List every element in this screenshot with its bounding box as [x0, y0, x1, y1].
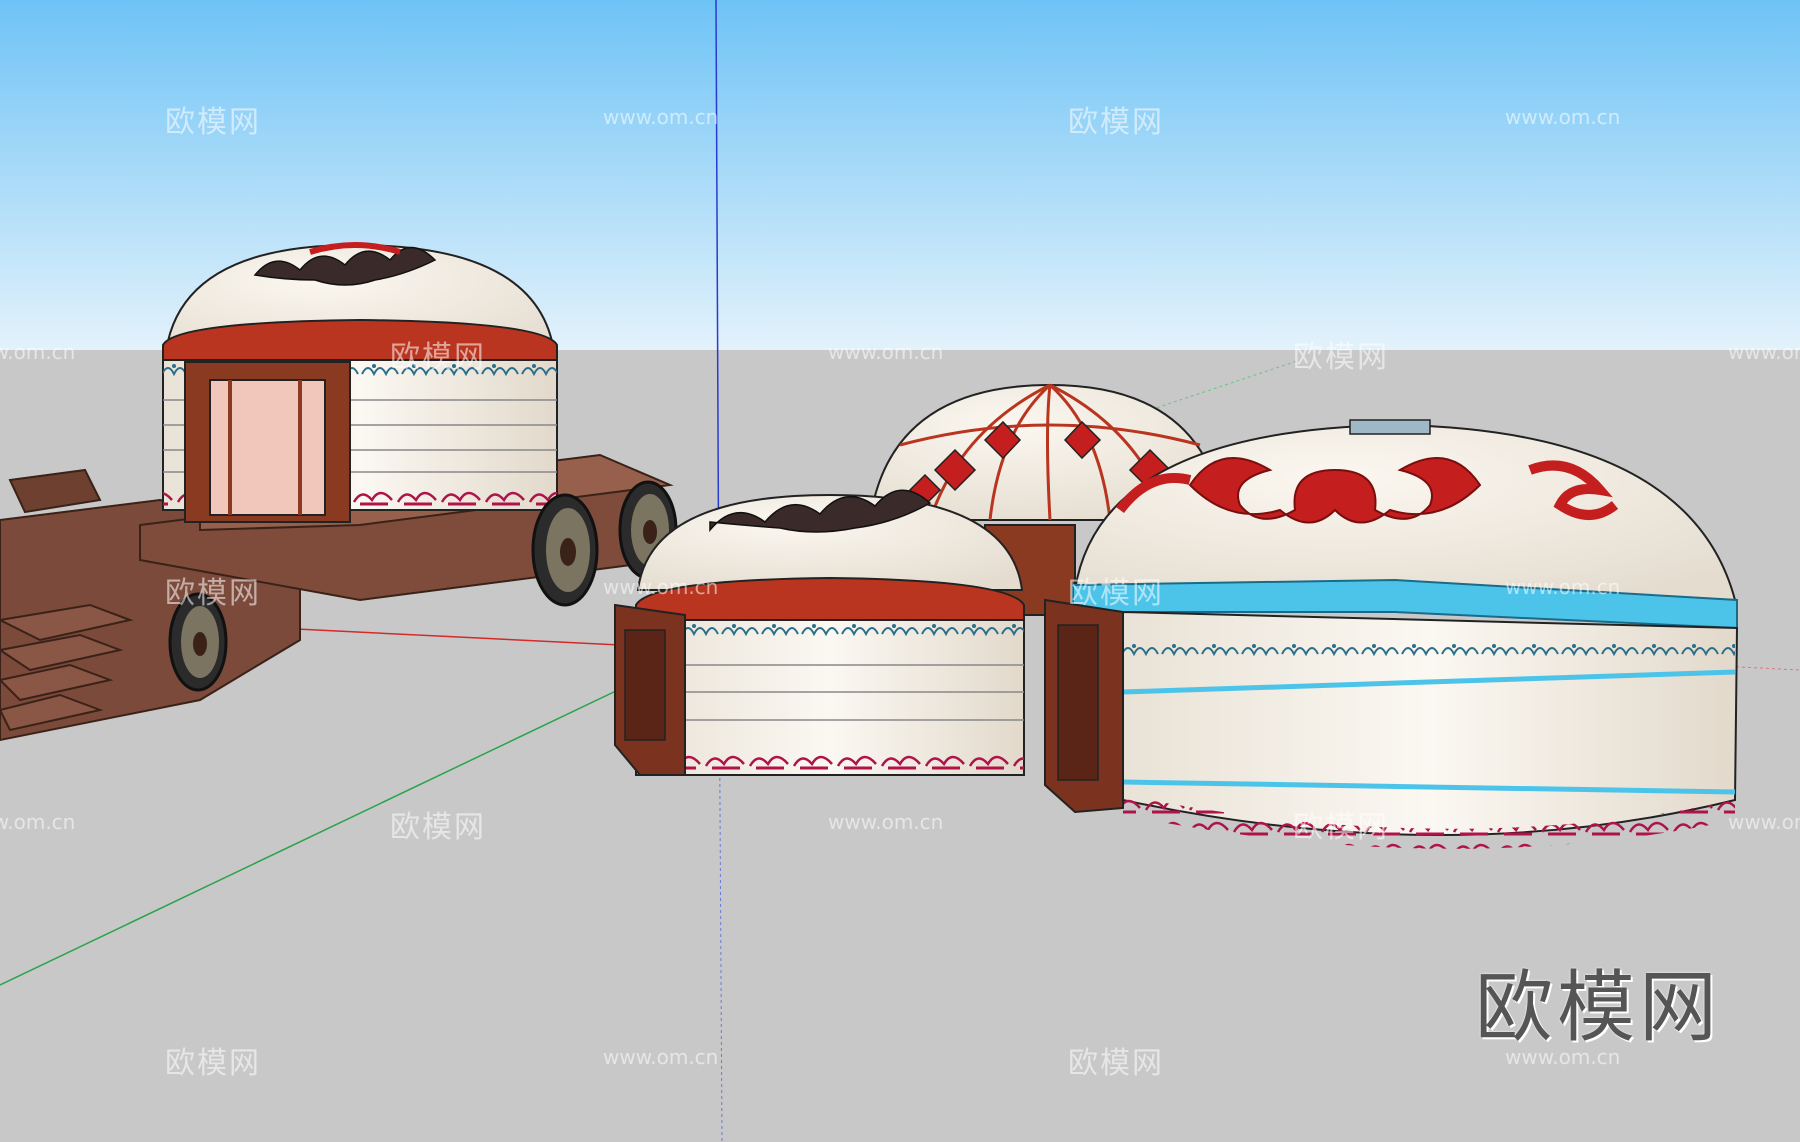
small-yurt-door-panel [624, 629, 666, 741]
brand-logo-watermark: 欧模网 [1475, 963, 1722, 1053]
large-yurt-top-pattern [1123, 640, 1735, 664]
watermark-logo: 欧模网 [1068, 1046, 1164, 1081]
watermark-logo: 欧模网 [390, 340, 486, 375]
watermark-logo: 欧模网 [165, 576, 261, 611]
watermark-logo: 欧模网 [1293, 810, 1389, 845]
large-yurt-door-panel [1057, 624, 1099, 781]
watermark-logo: 欧模网 [165, 105, 261, 140]
watermark-url: www.om.cn [0, 340, 76, 364]
cart-wheel-rear-left [531, 493, 599, 607]
large-blue-trim-yurt[interactable] [1044, 419, 1739, 849]
watermark-url: www.om.cn [603, 1045, 719, 1069]
small-yurt-top-pattern [636, 620, 1024, 640]
watermark-logo: 欧模网 [165, 1046, 261, 1081]
watermark-url: www.om.cn [1728, 810, 1800, 834]
watermark-url: www.om.cn [828, 810, 944, 834]
watermark-logo: 欧模网 [1068, 105, 1164, 140]
small-yurt-bottom-pattern [636, 752, 1024, 775]
large-yurt-crown [1349, 419, 1431, 435]
watermark-logo: 欧模网 [1068, 576, 1164, 611]
watermark-logo: 欧模网 [1293, 340, 1389, 375]
watermark-url: www.om.cn [603, 105, 719, 129]
watermark-url: www.om.cn [1505, 575, 1621, 599]
watermark-url: www.om.cn [828, 340, 944, 364]
3d-viewport[interactable]: 欧模网 www.om.cn 欧模网 www.om.cn www.om.cn 欧模… [0, 0, 1800, 1142]
cart-yurt-door[interactable] [209, 379, 326, 516]
small-yurt[interactable] [614, 489, 1025, 776]
watermark-url: www.om.cn [1728, 340, 1800, 364]
watermark-url: www.om.cn [603, 575, 719, 599]
watermark-url: www.om.cn [1505, 105, 1621, 129]
small-yurt-wall [635, 619, 1025, 776]
cart-yurt-red-band [162, 318, 558, 361]
watermark-logo: 欧模网 [390, 810, 486, 845]
watermark-url: www.om.cn [0, 810, 76, 834]
